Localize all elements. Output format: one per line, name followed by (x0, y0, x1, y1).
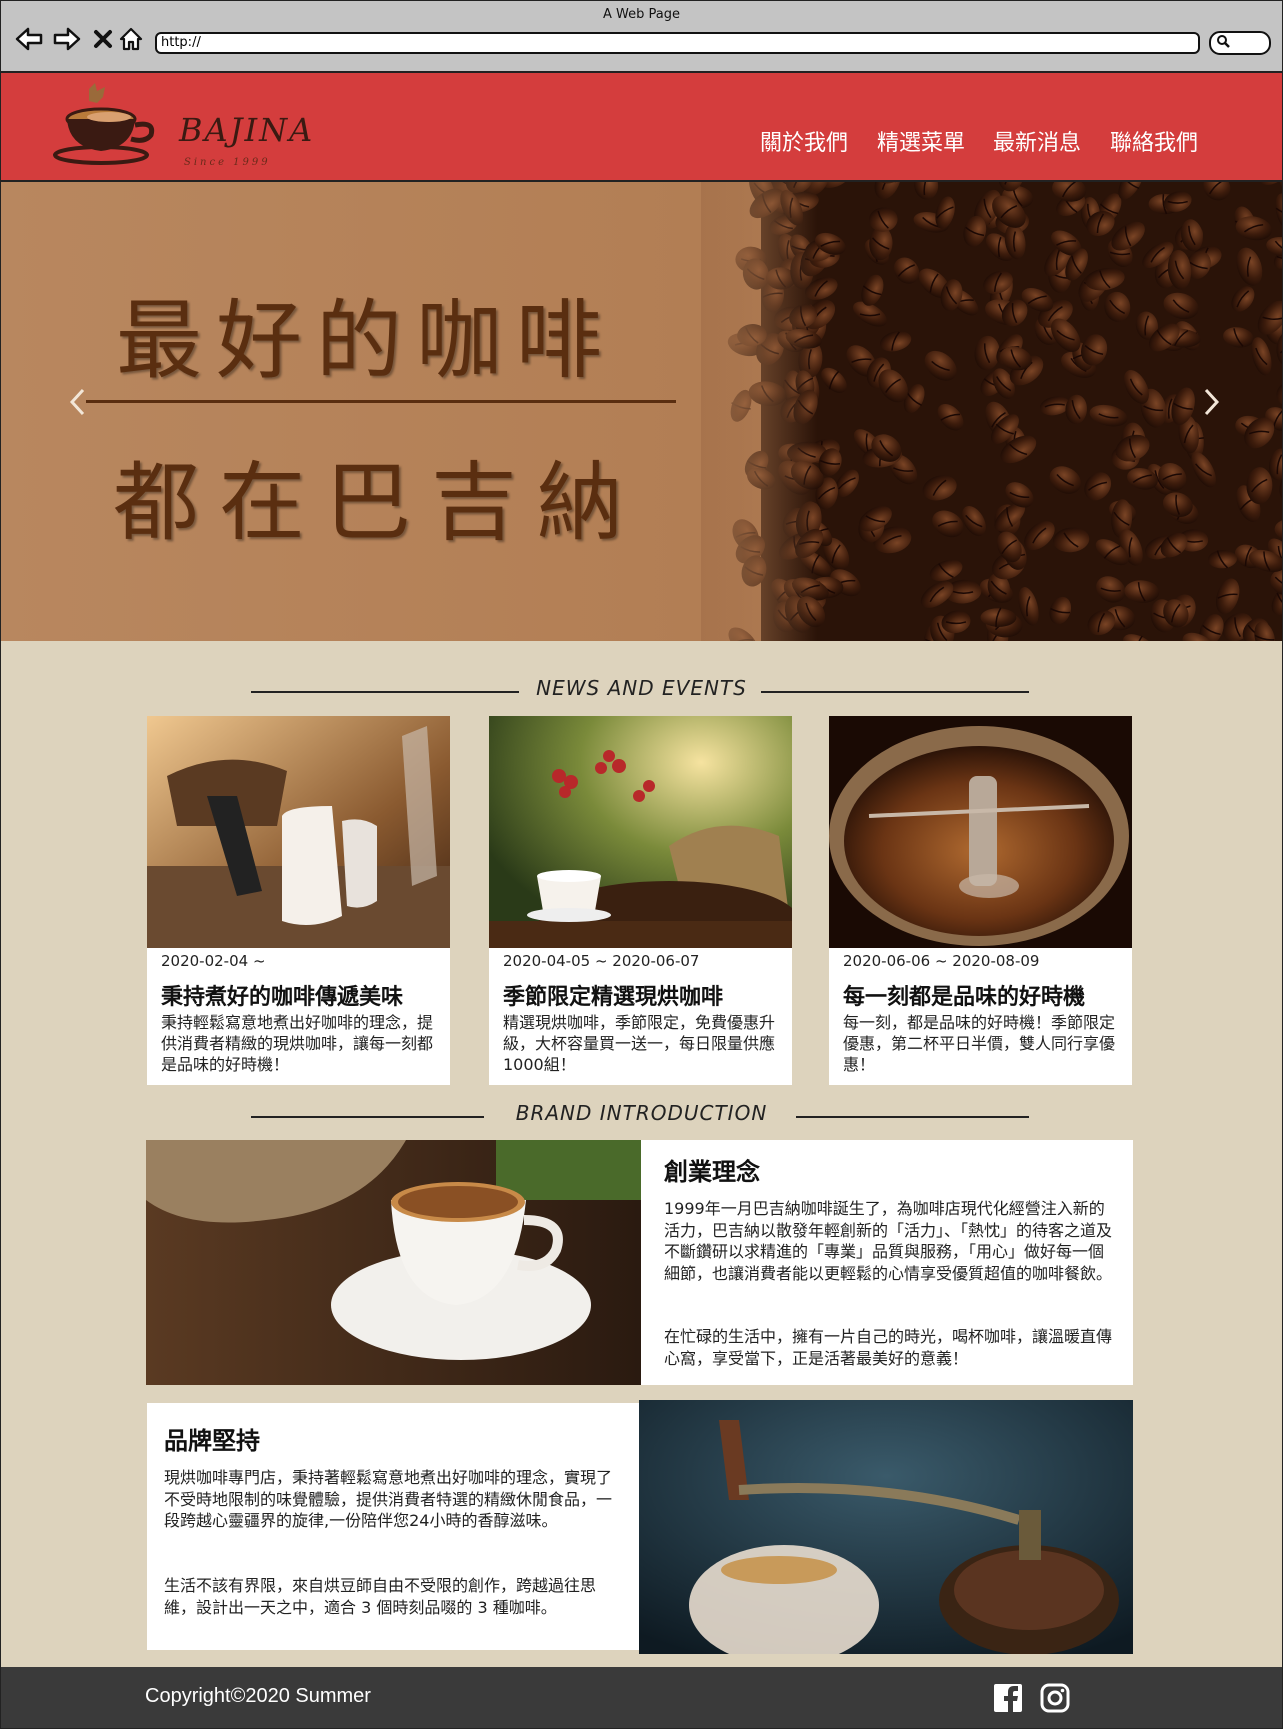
coffee-cup-icon (53, 83, 155, 165)
brand-since: Since 1999 (184, 157, 271, 168)
news-card[interactable]: 2020-02-04 ~ 秉持煮好的咖啡傳遞美味 秉持輕鬆寫意地煮出好咖啡的理念… (147, 716, 450, 1085)
search-icon (1216, 34, 1230, 52)
espresso-machine-image (147, 716, 450, 948)
card-title[interactable]: 秉持煮好的咖啡傳遞美味 (161, 979, 403, 1011)
card-date: 2020-04-05 ~ 2020-06-07 (503, 952, 700, 970)
brand-philosophy-heading: 創業理念 (664, 1158, 760, 1186)
coffee-cup-beans-image (146, 1140, 641, 1385)
browser-search-field[interactable] (1209, 31, 1271, 55)
card-description: 每一刻，都是品味的好時機！季節限定優惠，第二杯平日半價，雙人同行享優惠！ (843, 1013, 1116, 1074)
brand-section-title: BRAND INTRODUCTION (515, 1101, 768, 1125)
news-section-header: NEWS AND EVENTS (1, 676, 1282, 706)
brand-commitment-text-1: 現烘咖啡專門店，秉持著輕鬆寫意地煮出好咖啡的理念，實現了不受時地限制的味覺體驗，… (164, 1468, 613, 1530)
instagram-icon[interactable] (1040, 1683, 1070, 1713)
browser-toolbar: A Web Page http:// (1, 1, 1282, 73)
coffee-grinder-image (639, 1400, 1133, 1654)
card-description: 精選現烘咖啡，季節限定，免費優惠升級，大杯容量買一送一，每日限量供應1000組！ (503, 1013, 776, 1074)
brand-philosophy-panel: 創業理念 1999年一月巴吉納咖啡誕生了，為咖啡店現代化經營注入新的活力，巴吉納… (641, 1140, 1133, 1385)
chevron-left-icon[interactable] (62, 387, 92, 417)
brand-commitment-panel: 品牌堅持 現烘咖啡專門店，秉持著輕鬆寫意地煮出好咖啡的理念，實現了不受時地限制的… (147, 1403, 639, 1650)
hero-headline-2: 都在巴吉納 (113, 453, 643, 553)
card-date: 2020-06-06 ~ 2020-08-09 (843, 952, 1040, 970)
hero-divider (86, 400, 676, 403)
facebook-icon[interactable] (993, 1683, 1023, 1713)
window-title: A Web Page (603, 7, 680, 22)
site-header: BAJINA Since 1999 關於我們 精選菜單 最新消息 聯絡我們 (1, 73, 1282, 182)
section-rule-right (796, 1116, 1029, 1118)
hero-carousel: 最好的咖啡 都在巴吉納 (1, 182, 1282, 641)
brand-commitment-text-2: 生活不該有界限，來自烘豆師自由不受限的創作，跨越過往思維，設計出一天之中，適合 … (164, 1576, 597, 1617)
home-icon[interactable] (117, 25, 145, 53)
card-title[interactable]: 每一刻都是品味的好時機 (843, 979, 1085, 1011)
nav-item-contact[interactable]: 聯絡我們 (1110, 125, 1198, 157)
card-title[interactable]: 季節限定精選現烘咖啡 (503, 979, 723, 1011)
nav-item-about[interactable]: 關於我們 (760, 125, 848, 157)
site-footer: Copyright©2020 Summer (1, 1667, 1282, 1728)
brand-philosophy-text-2: 在忙碌的生活中，擁有一片自己的時光，喝杯咖啡，讓溫暖直傳心窩，享受當下，正是活著… (664, 1327, 1113, 1368)
coffee-beans-image (701, 182, 1282, 641)
browser-window: A Web Page http:// BAJINA Since 1999 關於我… (0, 0, 1283, 1729)
forward-arrow-icon[interactable] (53, 25, 81, 53)
url-input[interactable]: http:// (155, 32, 1200, 54)
close-icon[interactable] (89, 25, 117, 53)
nav-item-menu[interactable]: 精選菜單 (877, 125, 965, 157)
chevron-right-icon[interactable] (1197, 387, 1227, 417)
brand-section-header: BRAND INTRODUCTION (1, 1101, 1282, 1131)
coffee-cherries-image (489, 716, 792, 948)
news-card[interactable]: 2020-04-05 ~ 2020-06-07 季節限定精選現烘咖啡 精選現烘咖… (489, 716, 792, 1085)
hero-headline-1: 最好的咖啡 (116, 291, 616, 391)
nav-item-news[interactable]: 最新消息 (993, 125, 1081, 157)
card-description: 秉持輕鬆寫意地煮出好咖啡的理念，提供消費者精緻的現烘咖啡，讓每一刻都是品味的好時… (161, 1013, 434, 1074)
bean-roaster-image (829, 716, 1132, 948)
brand-commitment-heading: 品牌堅持 (164, 1427, 260, 1455)
brand-logo[interactable]: BAJINA Since 1999 (49, 81, 339, 171)
section-rule-right (761, 691, 1029, 693)
brand-philosophy-text-1: 1999年一月巴吉納咖啡誕生了，為咖啡店現代化經營注入新的活力，巴吉納以散發年輕… (664, 1199, 1113, 1283)
card-date: 2020-02-04 ~ (161, 952, 266, 970)
news-section-title: NEWS AND EVENTS (536, 676, 747, 700)
news-card[interactable]: 2020-06-06 ~ 2020-08-09 每一刻都是品味的好時機 每一刻，… (829, 716, 1132, 1085)
copyright-text: Copyright©2020 Summer (145, 1685, 371, 1707)
brand-name: BAJINA (179, 111, 315, 149)
back-arrow-icon[interactable] (15, 25, 43, 53)
